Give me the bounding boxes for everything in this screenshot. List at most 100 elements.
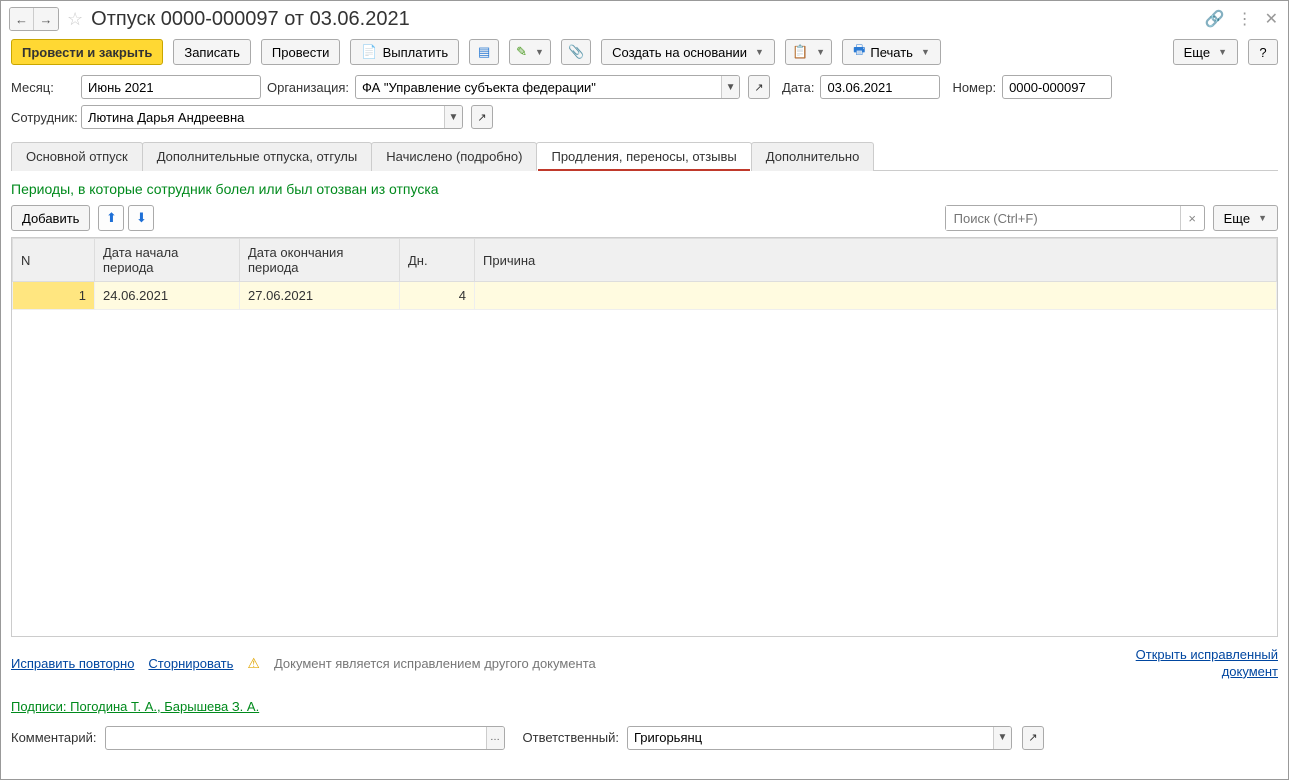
- open-original-link[interactable]: Открыть исправленный документ: [1108, 647, 1278, 681]
- chevron-down-icon: ▼: [1218, 47, 1227, 57]
- move-down-button[interactable]: ⬇: [128, 205, 154, 231]
- date-label: Дата:: [782, 80, 814, 95]
- nav-forward-button[interactable]: →: [34, 8, 58, 30]
- ellipsis-button[interactable]: …: [486, 727, 504, 749]
- date-input[interactable]: [821, 76, 940, 98]
- responsible-open-button[interactable]: ↗: [1022, 726, 1044, 750]
- cell-n[interactable]: 1: [13, 282, 95, 310]
- link-icon[interactable]: 🔗: [1205, 9, 1225, 29]
- post-button[interactable]: Провести: [261, 39, 341, 65]
- org-open-button[interactable]: ↗: [748, 75, 770, 99]
- chevron-down-icon[interactable]: ▼: [444, 106, 462, 128]
- responsible-label: Ответственный:: [523, 730, 619, 745]
- document-icon: ▤: [478, 44, 490, 60]
- create-based-button[interactable]: Создать на основании ▼: [601, 39, 775, 65]
- tab-extensions-transfers[interactable]: Продления, переносы, отзывы: [536, 142, 751, 171]
- nav-back-button[interactable]: ←: [10, 8, 34, 30]
- comment-field[interactable]: …: [105, 726, 505, 750]
- more-label: Еще: [1184, 45, 1210, 60]
- printer-icon: 🖶: [853, 41, 865, 63]
- pencil-icon: ✎: [516, 44, 527, 60]
- kebab-menu-icon[interactable]: ⋮: [1237, 9, 1253, 29]
- nav-arrows: ← →: [9, 7, 59, 31]
- add-row-button[interactable]: Добавить: [11, 205, 90, 231]
- chevron-down-icon[interactable]: ▼: [993, 727, 1011, 749]
- move-up-button[interactable]: ⬆: [98, 205, 124, 231]
- arrow-up-icon: ⬆: [106, 210, 117, 226]
- help-button[interactable]: ?: [1248, 39, 1278, 65]
- correction-links-row: Исправить повторно Сторнировать ⚠ Докуме…: [1, 637, 1288, 685]
- responsible-input[interactable]: [628, 727, 993, 749]
- org-label: Организация:: [267, 80, 349, 95]
- create-based-label: Создать на основании: [612, 45, 747, 60]
- number-input: [1003, 76, 1112, 98]
- chevron-down-icon: ▼: [921, 47, 930, 57]
- col-start[interactable]: Дата начала периода: [95, 239, 240, 282]
- pay-icon: 📄: [361, 44, 377, 60]
- post-and-close-button[interactable]: Провести и закрыть: [11, 39, 163, 65]
- tab-additional-vacations[interactable]: Дополнительные отпуска, отгулы: [142, 142, 373, 171]
- title-bar: ← → ☆ Отпуск 0000-000097 от 03.06.2021 🔗…: [1, 1, 1288, 35]
- form-header: Месяц: 📅 ▲▼ Организация: ▼ ↗ Дата: 📅 Ном…: [1, 73, 1288, 141]
- copy-icon: 📋: [792, 44, 808, 60]
- month-input[interactable]: [82, 76, 261, 98]
- search-clear-button[interactable]: ×: [1180, 206, 1204, 230]
- tab-main-vacation[interactable]: Основной отпуск: [11, 142, 143, 171]
- more-button[interactable]: Еще ▼: [1173, 39, 1238, 65]
- storno-link[interactable]: Сторнировать: [148, 656, 233, 671]
- section-heading: Периоды, в которые сотрудник болел или б…: [11, 181, 1278, 197]
- cell-start[interactable]: 24.06.2021: [95, 282, 240, 310]
- close-icon[interactable]: ✕: [1265, 9, 1278, 29]
- save-button[interactable]: Записать: [173, 39, 251, 65]
- pay-button[interactable]: 📄 Выплатить: [350, 39, 459, 65]
- org-input[interactable]: [356, 76, 721, 98]
- month-field[interactable]: 📅 ▲▼: [81, 75, 261, 99]
- signatures-link[interactable]: Подписи: Погодина Т. А., Барышева З. А.: [11, 699, 259, 714]
- pay-label: Выплатить: [383, 45, 449, 60]
- edit-icon-button[interactable]: ✎▼: [509, 39, 551, 65]
- print-label: Печать: [870, 45, 913, 60]
- table-row[interactable]: 1 24.06.2021 27.06.2021 4: [13, 282, 1277, 310]
- tab-strip: Основной отпуск Дополнительные отпуска, …: [11, 141, 1278, 171]
- month-label: Месяц:: [11, 80, 75, 95]
- employee-input[interactable]: [82, 106, 444, 128]
- document-icon-button[interactable]: ▤: [469, 39, 499, 65]
- employee-open-button[interactable]: ↗: [471, 105, 493, 129]
- favorite-star-icon[interactable]: ☆: [67, 9, 83, 30]
- print-button[interactable]: 🖶 Печать ▼: [842, 39, 941, 65]
- col-reason[interactable]: Причина: [475, 239, 1277, 282]
- tab-accrued-detail[interactable]: Начислено (подробно): [371, 142, 537, 171]
- periods-table-wrap: N Дата начала периода Дата окончания пер…: [11, 237, 1278, 637]
- cell-end[interactable]: 27.06.2021: [240, 282, 400, 310]
- responsible-field[interactable]: ▼: [627, 726, 1012, 750]
- chevron-down-icon: ▼: [755, 47, 764, 57]
- comment-input[interactable]: [106, 727, 486, 749]
- paperclip-icon: 📎: [568, 44, 584, 60]
- col-days[interactable]: Дн.: [400, 239, 475, 282]
- warning-icon: ⚠: [247, 655, 260, 672]
- col-end[interactable]: Дата окончания периода: [240, 239, 400, 282]
- arrow-down-icon: ⬇: [136, 210, 147, 226]
- content-more-label: Еще: [1224, 211, 1250, 226]
- cell-reason[interactable]: [475, 282, 1277, 310]
- tab-content: Периоды, в которые сотрудник болел или б…: [1, 171, 1288, 637]
- main-toolbar: Провести и закрыть Записать Провести 📄 В…: [1, 35, 1288, 73]
- col-n[interactable]: N: [13, 239, 95, 282]
- table-header-row: N Дата начала периода Дата окончания пер…: [13, 239, 1277, 282]
- chevron-down-icon[interactable]: ▼: [721, 76, 739, 98]
- employee-field[interactable]: ▼: [81, 105, 463, 129]
- search-input[interactable]: [946, 206, 1180, 230]
- chevron-down-icon: ▼: [1258, 213, 1267, 223]
- cell-days[interactable]: 4: [400, 282, 475, 310]
- footer-row: Комментарий: … Ответственный: ▼ ↗: [1, 720, 1288, 758]
- warning-text: Документ является исправлением другого д…: [274, 656, 596, 671]
- content-more-button[interactable]: Еще ▼: [1213, 205, 1278, 231]
- tab-additional[interactable]: Дополнительно: [751, 142, 875, 171]
- copy-icon-button[interactable]: 📋▼: [785, 39, 832, 65]
- fix-again-link[interactable]: Исправить повторно: [11, 656, 134, 671]
- org-field[interactable]: ▼: [355, 75, 740, 99]
- date-field[interactable]: 📅: [820, 75, 940, 99]
- search-field[interactable]: ×: [945, 205, 1205, 231]
- number-field: [1002, 75, 1112, 99]
- attach-icon-button[interactable]: 📎: [561, 39, 591, 65]
